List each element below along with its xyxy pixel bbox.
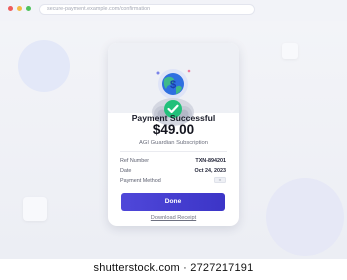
browser-toolbar: secure-payment.example.com/confirmation bbox=[0, 0, 347, 21]
svg-text:$: $ bbox=[170, 79, 176, 91]
payment-amount: $49.00 bbox=[152, 122, 195, 137]
watermark-strip: shutterstock.com · 2727217191 bbox=[0, 259, 347, 280]
address-bar[interactable]: secure-payment.example.com/confirmation bbox=[39, 4, 255, 15]
decorative-circle bbox=[266, 178, 344, 256]
minimize-window-icon[interactable] bbox=[17, 6, 22, 11]
payment-method-label: Payment Method bbox=[120, 178, 161, 184]
decorative-circle bbox=[18, 40, 70, 92]
card-icon: ▪▪ bbox=[214, 177, 226, 183]
close-window-icon[interactable] bbox=[8, 6, 13, 11]
download-receipt-link[interactable]: Download Receipt bbox=[108, 215, 239, 221]
date-value: Oct 24, 2023 bbox=[194, 168, 226, 174]
maximize-window-icon[interactable] bbox=[26, 6, 31, 11]
divider bbox=[120, 151, 227, 152]
decorative-square bbox=[282, 43, 298, 59]
done-button[interactable]: Done bbox=[121, 193, 225, 211]
watermark-text: shutterstock.com · 2727217191 bbox=[93, 262, 254, 274]
page-background: $ Payment Successful $49.00 AGI Guardian… bbox=[0, 21, 347, 259]
ref-number-label: Ref Number bbox=[120, 158, 150, 164]
globe-dollar-icon: $ bbox=[156, 69, 191, 99]
address-bar-url: secure-payment.example.com/confirmation bbox=[47, 6, 151, 12]
product-name: AGI Guardian Subscription bbox=[139, 140, 208, 146]
payment-confirmation-card: $ Payment Successful $49.00 AGI Guardian… bbox=[108, 43, 239, 226]
ref-number-value: TXN-894201 bbox=[195, 158, 226, 164]
decorative-square bbox=[23, 197, 47, 221]
date-label: Date bbox=[120, 168, 132, 174]
